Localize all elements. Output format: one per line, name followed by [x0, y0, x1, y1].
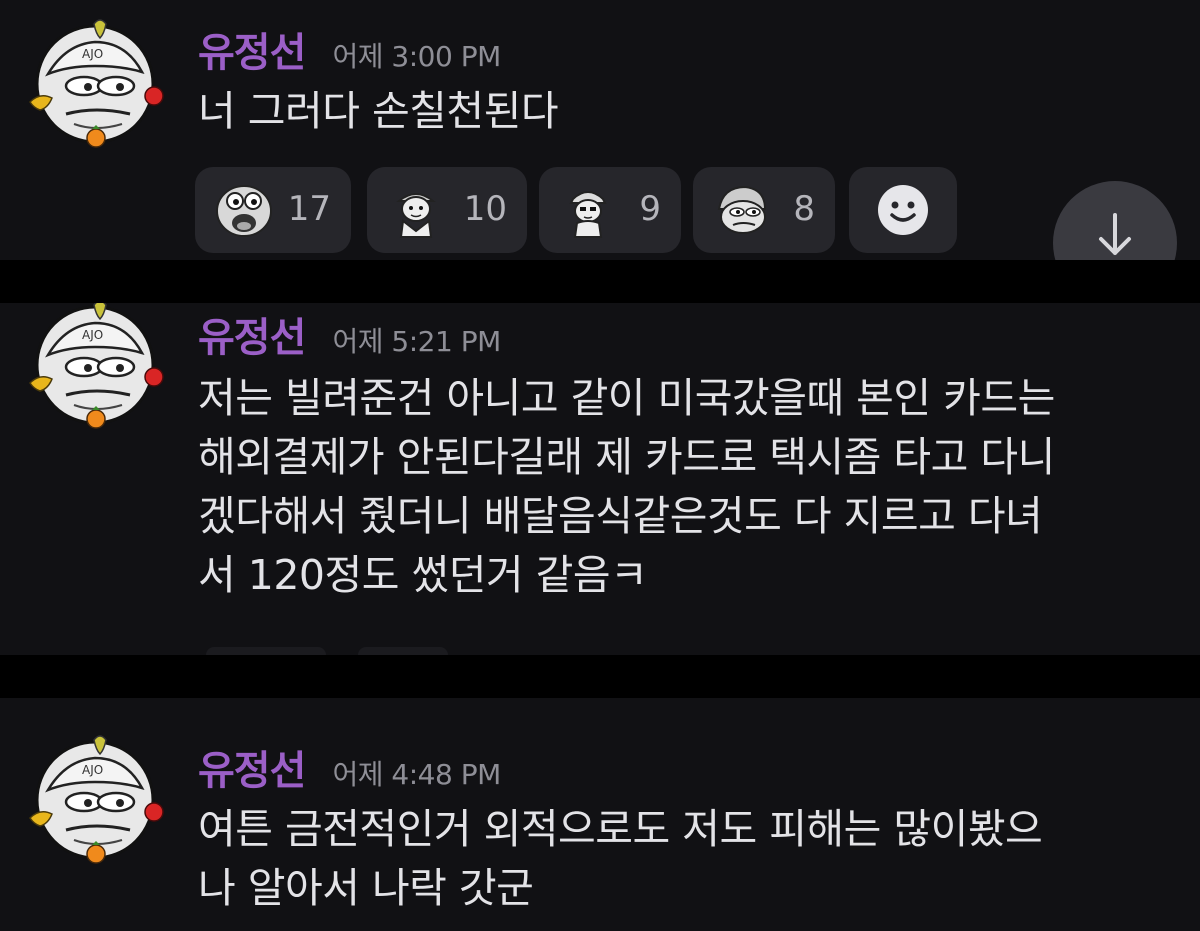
arrow-down-icon: [1099, 213, 1131, 255]
username[interactable]: 유정선: [198, 315, 306, 361]
message-panel-2: 유정선 어제 5:21 PM 저는 빌려준건 아니고 같이 미국갔을때 본인 카…: [0, 303, 1200, 655]
reaction-chip[interactable]: [206, 647, 326, 655]
avatar[interactable]: [26, 303, 164, 433]
username[interactable]: 유정선: [198, 30, 306, 76]
username[interactable]: 유정선: [198, 748, 306, 794]
reaction-count: 10: [463, 189, 507, 229]
message-panel-1: 유정선 어제 3:00 PM 너 그러다 손칠천된다 17 10 9 8: [0, 0, 1200, 260]
message-header: 유정선 어제 5:21 PM: [198, 305, 501, 363]
reaction-chip[interactable]: 10: [367, 167, 527, 253]
pepe-helmet-emoji: [711, 179, 773, 241]
reaction-count: 9: [639, 189, 661, 229]
add-reaction-button[interactable]: [849, 167, 957, 253]
salute-man-emoji: [385, 179, 447, 241]
reaction-chip[interactable]: 9: [539, 167, 681, 253]
message-line: 여튼 금전적인거 외적으로도 저도 피해는 많이봤으: [198, 805, 1043, 853]
message-text: 저는 빌려준건 아니고 같이 미국갔을때 본인 카드는 해외결제가 안된다길래 …: [198, 369, 1178, 605]
reaction-count: 17: [287, 189, 331, 229]
scroll-to-bottom-button[interactable]: [1053, 181, 1177, 260]
reaction-chip[interactable]: [358, 647, 448, 655]
message-line: 서 120정도 썼던거 같음ㅋ: [198, 551, 648, 599]
message-text: 여튼 금전적인거 외적으로도 저도 피해는 많이봤으 나 알아서 나락 갓군: [198, 800, 1178, 918]
avatar[interactable]: [26, 14, 164, 152]
pepe-shocked-emoji: [213, 179, 275, 241]
timestamp: 어제 4:48 PM: [332, 758, 502, 791]
smiley-add-reaction-icon: [878, 185, 928, 235]
reaction-chip[interactable]: 8: [693, 167, 835, 253]
reaction-chip[interactable]: 17: [195, 167, 351, 253]
cap-man-emoji: [557, 179, 619, 241]
message-text: 너 그러다 손칠천된다: [198, 87, 559, 135]
message-line: 나 알아서 나락 갓군: [198, 864, 534, 912]
message-panel-3: 유정선 어제 4:48 PM 여튼 금전적인거 외적으로도 저도 피해는 많이봤…: [0, 698, 1200, 931]
reaction-count: 8: [793, 189, 815, 229]
avatar[interactable]: [26, 730, 164, 868]
timestamp: 어제 3:00 PM: [332, 40, 502, 73]
timestamp: 어제 5:21 PM: [332, 325, 502, 358]
message-line: 겠다해서 줬더니 배달음식같은것도 다 지르고 다녀: [198, 492, 1043, 540]
message-header: 유정선 어제 4:48 PM: [198, 738, 501, 796]
message-line: 저는 빌려준건 아니고 같이 미국갔을때 본인 카드는: [198, 374, 1055, 422]
message-line: 해외결제가 안된다길래 제 카드로 택시좀 타고 다니: [198, 433, 1055, 481]
message-header: 유정선 어제 3:00 PM: [198, 20, 501, 78]
